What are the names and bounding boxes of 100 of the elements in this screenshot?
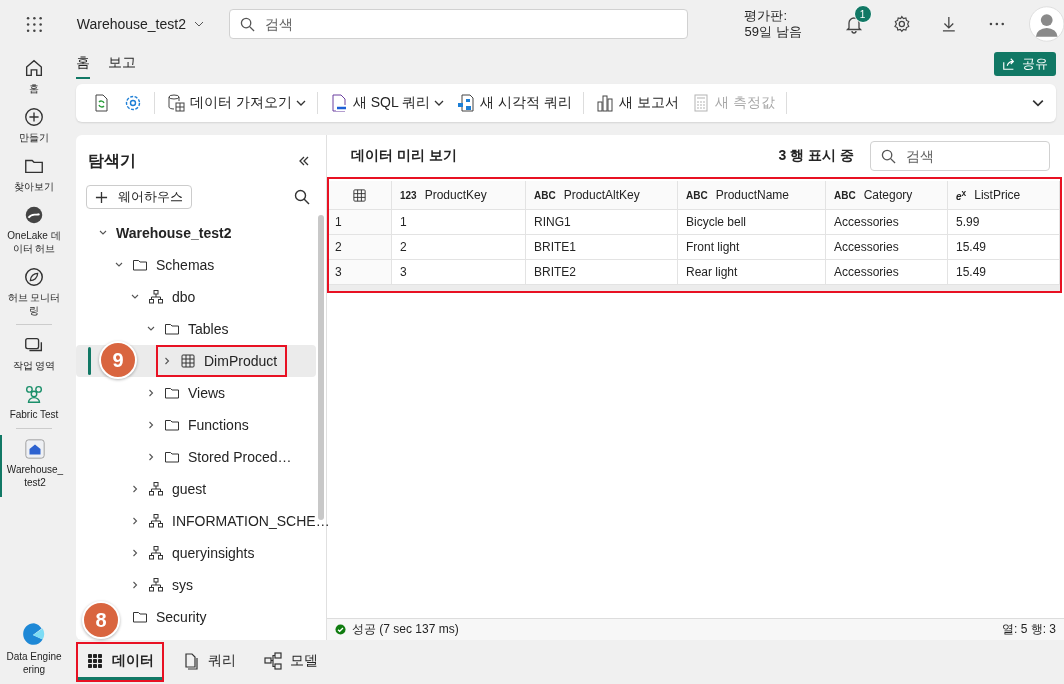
search-field[interactable]: 검색	[229, 9, 689, 39]
table-icon	[180, 353, 196, 369]
tree-item[interactable]: Warehouse_test2	[94, 219, 240, 247]
folder-icon	[164, 449, 180, 465]
tree-item[interactable]: Functions	[142, 411, 257, 439]
column-header[interactable]: ABC ProductAltKey	[526, 181, 678, 209]
table-cell: Front light	[678, 235, 826, 259]
lake-icon	[23, 204, 45, 226]
warehouse-icon	[24, 438, 46, 460]
search-input[interactable]: 검색	[904, 147, 1039, 165]
workspace-switcher[interactable]: Warehouse_test2	[76, 16, 225, 32]
row-number: 3	[327, 260, 392, 284]
row-count: 3 행 표시 중	[778, 147, 854, 165]
search-icon	[240, 16, 256, 32]
visual-query-icon	[456, 93, 477, 113]
people-icon	[23, 383, 45, 405]
nav-item[interactable]: 작업 영역	[0, 331, 68, 380]
experience-switcher[interactable]: Data Engineering	[0, 618, 68, 684]
toolbar-button[interactable]: 새 SQL 쿼리	[325, 89, 448, 117]
app-launcher-icon[interactable]	[26, 15, 43, 33]
home-icon	[23, 57, 45, 79]
nav-item[interactable]: Warehouse_test2	[0, 435, 68, 497]
table-cell: Rear light	[678, 260, 826, 284]
table-cell: Accessories	[826, 235, 948, 259]
nav-item[interactable]: 허브 모니터링	[0, 263, 68, 325]
search-input[interactable]: 검색	[263, 15, 678, 33]
folder-icon	[164, 417, 180, 433]
trial-status: 평가판:	[744, 8, 788, 24]
schema-icon	[148, 513, 164, 529]
tree-item[interactable]: Schemas	[110, 251, 223, 279]
nav-item[interactable]: 만들기	[0, 103, 68, 152]
tree-item[interactable]: guest	[126, 475, 215, 503]
ribbon-tab[interactable]: 홈	[76, 49, 90, 79]
notification-badge: 1	[853, 5, 872, 23]
toolbar-button[interactable]: 새 시각적 쿼리	[453, 89, 575, 117]
panel-title: 탐색기	[88, 150, 136, 171]
tree-item[interactable]: Views	[142, 379, 234, 407]
nav-item[interactable]: 찾아보기	[0, 152, 68, 201]
table-cell: 15.49	[948, 235, 1060, 259]
ribbon-tab[interactable]: 보고	[108, 49, 136, 79]
grid-icon	[86, 651, 104, 670]
leaf-circle-icon	[23, 266, 45, 288]
table-icon[interactable]	[351, 187, 367, 203]
avatar-icon[interactable]	[1028, 6, 1064, 42]
row-number: 1	[327, 210, 392, 234]
tree-item[interactable]: Tables	[142, 315, 237, 343]
document-icon	[182, 651, 200, 670]
view-tab[interactable]: 쿼리	[174, 644, 244, 680]
table-cell: BRITE2	[526, 260, 678, 284]
table-cell: Accessories	[826, 210, 948, 234]
tree-item[interactable]: queryinsights	[126, 539, 263, 567]
caret-icon	[193, 21, 204, 27]
status-text: 성공 (7 sec 137 ms)	[352, 621, 459, 638]
nav-item[interactable]: Fabric Test	[0, 380, 68, 429]
database-icon	[166, 93, 186, 113]
column-header[interactable]: ABC Category	[826, 181, 948, 209]
folder-icon	[164, 321, 180, 337]
column-header[interactable]: 123 ProductKey	[392, 181, 526, 209]
schema-icon	[148, 481, 164, 497]
bar-chart-icon	[594, 93, 615, 113]
table-cell: 3	[392, 260, 526, 284]
tree-item[interactable]: DimProduct	[158, 347, 286, 375]
caret-icon	[295, 100, 306, 106]
app-logo-icon	[21, 621, 47, 647]
tree-item[interactable]: dbo	[126, 283, 204, 311]
table-cell: 1	[392, 210, 526, 234]
expand-icon[interactable]	[1032, 99, 1044, 107]
tree-item[interactable]: INFORMATION_SCHE…	[126, 507, 338, 535]
tree-item[interactable]: Stored Proced…	[142, 443, 300, 471]
toolbar-button[interactable]: 데이터 가져오기	[163, 89, 309, 117]
search-icon[interactable]	[294, 189, 310, 205]
search-field[interactable]: 검색	[870, 141, 1050, 171]
share-button[interactable]: 공유	[994, 52, 1056, 76]
table-cell: 15.49	[948, 260, 1060, 284]
folder-icon	[132, 609, 148, 625]
nav-item[interactable]: OneLake 데이터 허브	[0, 201, 68, 263]
tree-item[interactable]: sys	[126, 571, 201, 599]
column-header[interactable]: ABC ProductName	[678, 181, 826, 209]
plus-icon	[95, 190, 108, 204]
collapse-icon[interactable]	[298, 156, 310, 166]
column-header[interactable]: e$^{x}$ ListPrice	[948, 181, 1060, 209]
table-cell: RING1	[526, 210, 678, 234]
table-cell: Bicycle bell	[678, 210, 826, 234]
add-warehouse-button[interactable]: 웨어하우스	[86, 185, 192, 209]
panel-title: 데이터 미리 보기	[351, 147, 457, 165]
settings-icon[interactable]	[891, 14, 912, 34]
folder-icon	[164, 385, 180, 401]
toolbar-button[interactable]: 새 보고서	[591, 89, 682, 117]
status-summary: 열: 5 행: 3	[1001, 621, 1056, 638]
view-tab[interactable]: 데이터	[78, 644, 162, 680]
table-cell: Accessories	[826, 260, 948, 284]
share-icon	[1002, 57, 1016, 71]
caret-icon	[434, 100, 445, 106]
nav-item[interactable]: 홈	[0, 54, 68, 103]
view-tab[interactable]: 모델	[256, 644, 326, 680]
table-cell: 5.99	[948, 210, 1060, 234]
tree-item[interactable]: Security	[128, 603, 215, 631]
folder-icon	[132, 257, 148, 273]
schema-icon	[148, 577, 164, 593]
search-icon	[881, 148, 896, 164]
